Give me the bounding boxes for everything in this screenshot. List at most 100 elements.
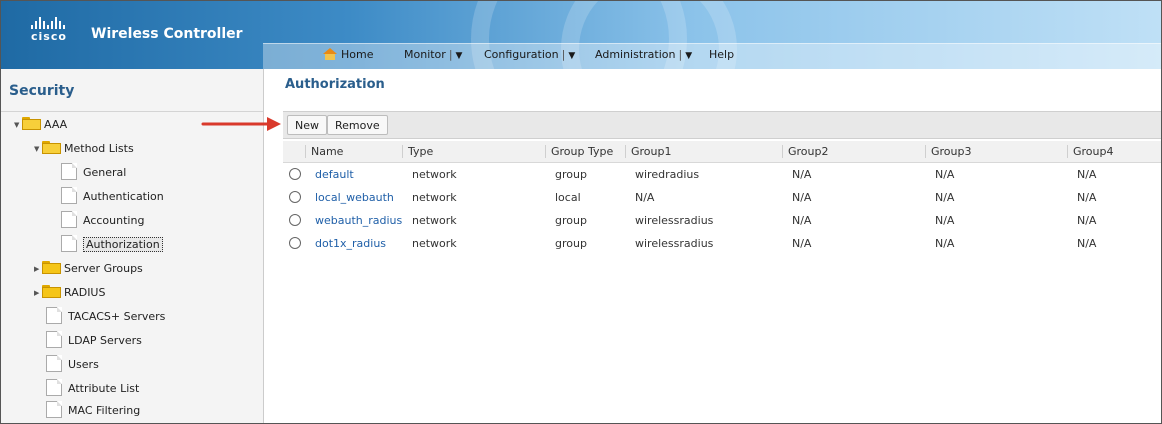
sidebar-item-radius[interactable]: ▶ RADIUS bbox=[34, 283, 105, 303]
expand-arrow-icon[interactable]: ▶ bbox=[34, 283, 42, 303]
cell-group3: N/A bbox=[935, 191, 955, 204]
folder-open-icon bbox=[42, 141, 61, 154]
cell-type: network bbox=[412, 214, 457, 227]
cell-group2: N/A bbox=[792, 191, 812, 204]
sidebar-item-label: Authorization bbox=[83, 237, 163, 252]
sidebar-item-label: RADIUS bbox=[64, 286, 106, 299]
column-header-type[interactable]: Type bbox=[402, 145, 433, 158]
dropdown-arrow-icon: ▼ bbox=[685, 51, 693, 61]
row-select-radio[interactable] bbox=[289, 191, 301, 203]
sidebar-item-accounting[interactable]: Accounting bbox=[61, 211, 144, 231]
table-row: webauth_radius network group wirelessrad… bbox=[283, 209, 1161, 232]
nav-help-label: Help bbox=[709, 48, 735, 61]
cell-group4: N/A bbox=[1077, 214, 1097, 227]
sidebar-item-mac-filtering[interactable]: MAC Filtering bbox=[46, 401, 140, 421]
cell-group4: N/A bbox=[1077, 191, 1097, 204]
sidebar-item-authorization[interactable]: Authorization bbox=[61, 235, 163, 255]
app-title: Wireless Controller bbox=[91, 26, 243, 42]
cell-group3: N/A bbox=[935, 168, 955, 181]
column-header-group-type[interactable]: Group Type bbox=[545, 145, 613, 158]
cell-group2: N/A bbox=[792, 237, 812, 250]
cell-group-type: group bbox=[555, 168, 587, 181]
app-window: cisco Wireless Controller Home Monitor | ▼… bbox=[0, 0, 1162, 424]
cell-type: network bbox=[412, 168, 457, 181]
divider bbox=[1, 111, 263, 112]
cell-group4: N/A bbox=[1077, 237, 1097, 250]
sidebar-item-label: Users bbox=[68, 358, 99, 371]
sidebar-item-tacacs-servers[interactable]: TACACS+ Servers bbox=[46, 307, 165, 327]
cell-group1: wirelessradius bbox=[635, 214, 714, 227]
cell-group2: N/A bbox=[792, 214, 812, 227]
cisco-bars-icon bbox=[31, 15, 67, 29]
cell-group-type: group bbox=[555, 214, 587, 227]
cell-group3: N/A bbox=[935, 214, 955, 227]
table-row: default network group wiredradius N/A N/… bbox=[283, 163, 1161, 186]
nav-monitor[interactable]: Monitor | ▼ bbox=[404, 48, 462, 61]
remove-button[interactable]: Remove bbox=[327, 115, 388, 135]
sidebar-item-method-lists[interactable]: ▼ Method Lists bbox=[34, 139, 134, 159]
page-title: Authorization bbox=[285, 77, 385, 92]
sidebar-item-ldap-servers[interactable]: LDAP Servers bbox=[46, 331, 142, 351]
column-header-group4[interactable]: Group4 bbox=[1067, 145, 1114, 158]
sidebar-item-label: MAC Filtering bbox=[68, 404, 141, 417]
sidebar-item-users[interactable]: Users bbox=[46, 355, 99, 375]
sidebar-item-label: TACACS+ Servers bbox=[68, 310, 166, 323]
annotation-arrow-icon bbox=[201, 117, 281, 131]
nav-home-label: Home bbox=[341, 48, 374, 61]
expand-arrow-icon[interactable]: ▼ bbox=[14, 115, 22, 135]
nav-home[interactable]: Home bbox=[323, 48, 373, 61]
cell-name[interactable]: webauth_radius bbox=[310, 214, 402, 227]
sidebar-item-general[interactable]: General bbox=[61, 163, 126, 183]
brand-name: cisco bbox=[31, 30, 67, 43]
cell-group1: wirelessradius bbox=[635, 237, 714, 250]
folder-icon bbox=[42, 285, 61, 298]
sidebar-item-label: Accounting bbox=[83, 214, 145, 227]
dropdown-arrow-icon: ▼ bbox=[455, 51, 463, 61]
sidebar-item-aaa[interactable]: ▼ AAA bbox=[14, 115, 67, 135]
cell-group1: N/A bbox=[635, 191, 655, 204]
cell-group4: N/A bbox=[1077, 168, 1097, 181]
cisco-logo: cisco Wireless Controller bbox=[31, 15, 243, 55]
table-row: local_webauth network local N/A N/A N/A … bbox=[283, 186, 1161, 209]
column-header-group2[interactable]: Group2 bbox=[782, 145, 829, 158]
sidebar-item-label: AAA bbox=[44, 118, 68, 131]
cell-type: network bbox=[412, 191, 457, 204]
sidebar-item-attribute-list[interactable]: Attribute List bbox=[46, 379, 139, 399]
nav-help[interactable]: Help bbox=[709, 48, 734, 61]
document-icon bbox=[46, 331, 62, 348]
document-icon bbox=[61, 211, 77, 228]
nav-administration[interactable]: Administration | ▼ bbox=[595, 48, 692, 61]
cell-name[interactable]: local_webauth bbox=[310, 191, 394, 204]
cell-name[interactable]: default bbox=[310, 168, 354, 181]
expand-arrow-icon[interactable]: ▼ bbox=[34, 139, 42, 159]
folder-icon bbox=[42, 261, 61, 274]
document-icon bbox=[46, 379, 62, 396]
column-header-name[interactable]: Name bbox=[305, 145, 343, 158]
cell-group-type: group bbox=[555, 237, 587, 250]
cell-group-type: local bbox=[555, 191, 581, 204]
document-icon bbox=[46, 307, 62, 324]
expand-arrow-icon[interactable]: ▶ bbox=[34, 259, 42, 279]
table-header: Name Type Group Type Group1 Group2 Group… bbox=[283, 141, 1161, 163]
sidebar-item-label: Server Groups bbox=[64, 262, 143, 275]
sidebar-item-authentication[interactable]: Authentication bbox=[61, 187, 164, 207]
sidebar-item-label: General bbox=[83, 166, 127, 179]
column-header-group3[interactable]: Group3 bbox=[925, 145, 972, 158]
nav-monitor-label: Monitor bbox=[404, 48, 446, 61]
cell-name[interactable]: dot1x_radius bbox=[310, 237, 386, 250]
row-select-radio[interactable] bbox=[289, 237, 301, 249]
table-row: dot1x_radius network group wirelessradiu… bbox=[283, 232, 1161, 255]
sidebar-item-label: Authentication bbox=[83, 190, 164, 203]
new-button[interactable]: New bbox=[287, 115, 327, 135]
column-header-group1[interactable]: Group1 bbox=[625, 145, 672, 158]
nav-configuration[interactable]: Configuration | ▼ bbox=[484, 48, 575, 61]
sidebar-title: Security bbox=[9, 83, 75, 99]
row-select-radio[interactable] bbox=[289, 168, 301, 180]
toolbar: New Remove bbox=[283, 111, 1161, 139]
sidebar-item-label: Method Lists bbox=[64, 142, 134, 155]
sidebar-item-server-groups[interactable]: ▶ Server Groups bbox=[34, 259, 143, 279]
nav-configuration-label: Configuration bbox=[484, 48, 559, 61]
row-select-radio[interactable] bbox=[289, 214, 301, 226]
cell-type: network bbox=[412, 237, 457, 250]
main-nav: Home Monitor | ▼ Configuration | ▼ Administr… bbox=[263, 43, 1161, 69]
